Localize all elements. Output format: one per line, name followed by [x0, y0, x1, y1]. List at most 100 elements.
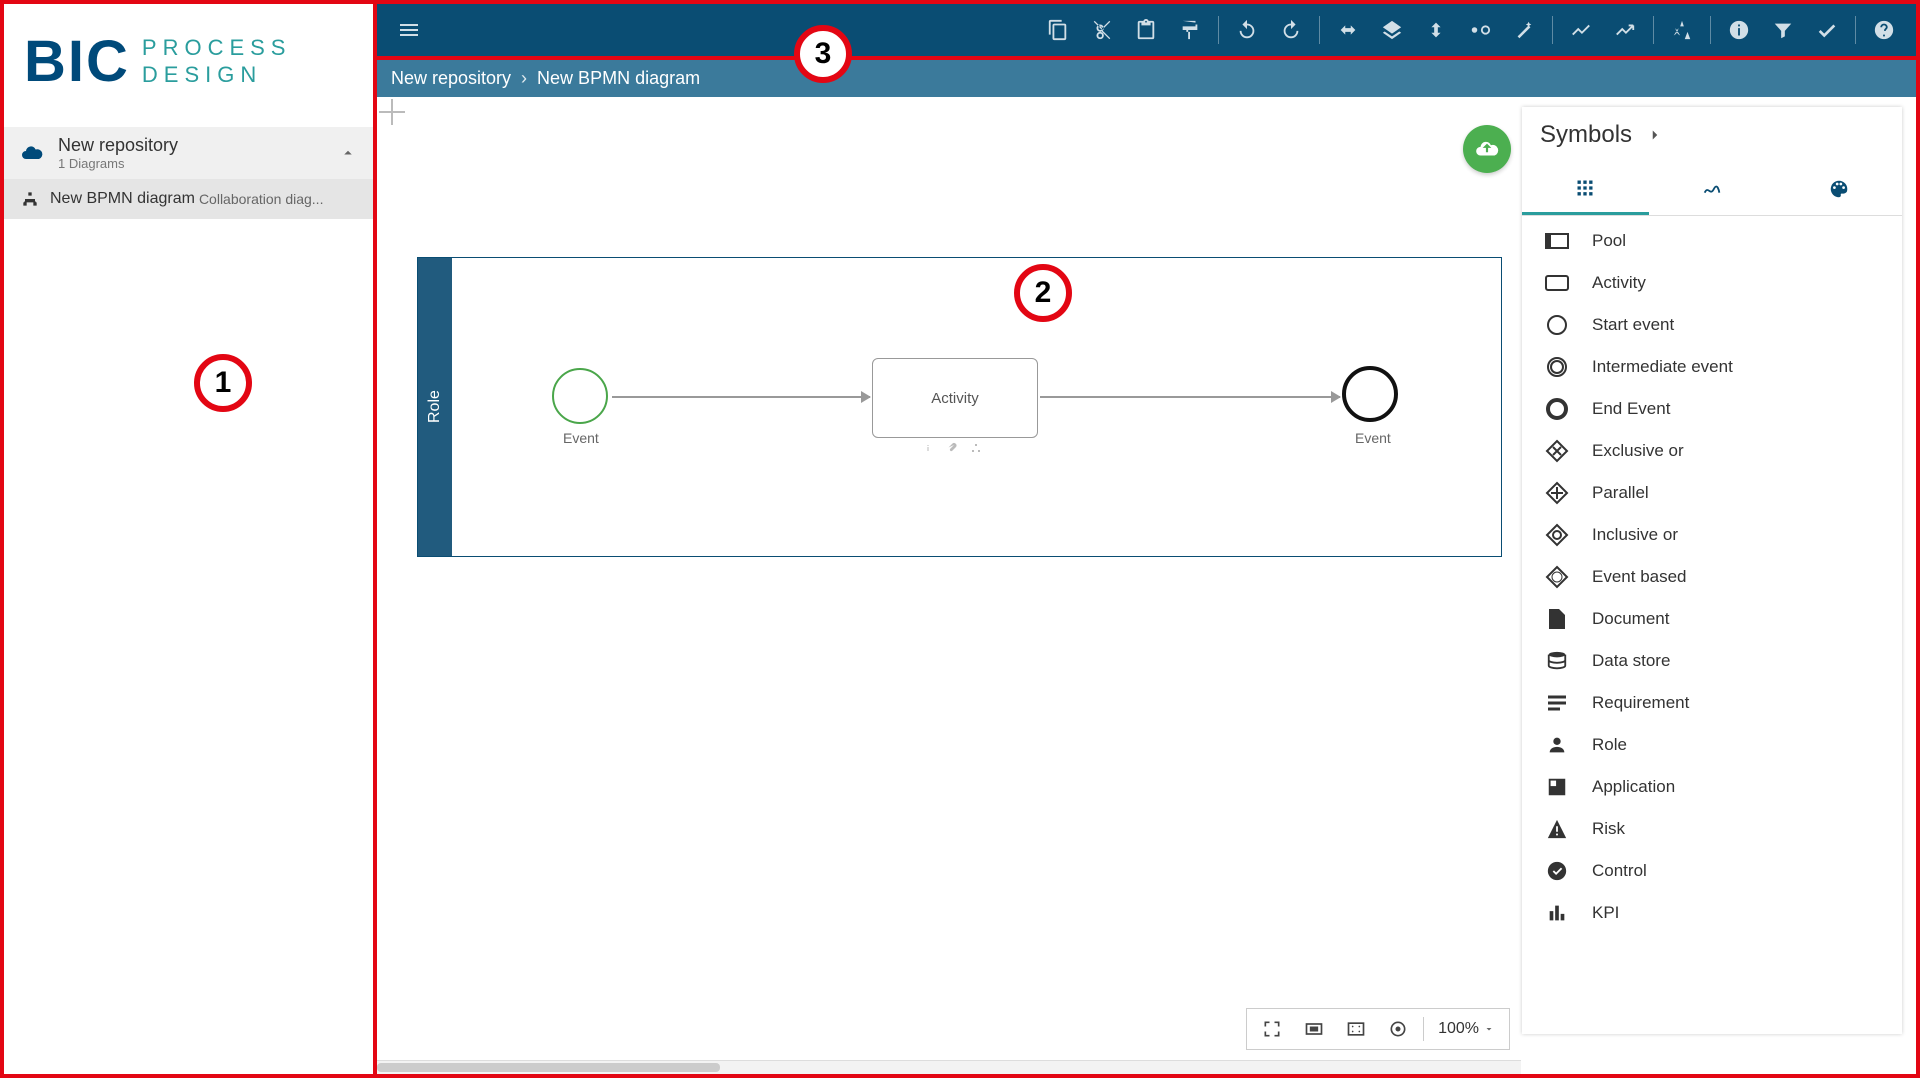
trend-button[interactable]	[1603, 8, 1647, 52]
symbols-tab-grid[interactable]	[1522, 163, 1649, 215]
symbol-item-risk[interactable]: Risk	[1522, 808, 1902, 850]
symbol-item-control[interactable]: Control	[1522, 850, 1902, 892]
undo-button[interactable]	[1225, 8, 1269, 52]
sidebar: BIC PROCESS DESIGN New repository 1 Diag…	[4, 4, 377, 1074]
end-event-icon	[1544, 396, 1570, 422]
check-button[interactable]	[1805, 8, 1849, 52]
activity-task[interactable]: Activity	[872, 358, 1038, 438]
center-button[interactable]	[1381, 1012, 1415, 1046]
origin-marker	[379, 99, 405, 125]
activity-label: Activity	[931, 390, 979, 407]
symbols-tab-palette[interactable]	[1775, 163, 1902, 215]
main: New repository › New BPMN diagram Role E…	[377, 4, 1916, 1074]
parallel-gateway-icon	[1544, 480, 1570, 506]
horizontal-scrollbar[interactable]	[377, 1060, 1521, 1074]
annotation-marker-3: 3	[794, 25, 852, 83]
symbol-item-inclusive-or[interactable]: Inclusive or	[1522, 514, 1902, 556]
symbol-item-event-based[interactable]: Event based	[1522, 556, 1902, 598]
repo-count: 1 Diagrams	[58, 156, 178, 171]
canvas[interactable]: Role Event Activity Event	[377, 97, 1916, 1074]
fit-width-button[interactable]	[1297, 1012, 1331, 1046]
sequence-flow[interactable]	[1040, 396, 1340, 398]
repo-header[interactable]: New repository 1 Diagrams	[4, 127, 373, 179]
symbol-item-parallel[interactable]: Parallel	[1522, 472, 1902, 514]
cut-button[interactable]	[1080, 8, 1124, 52]
separator	[1423, 1017, 1424, 1041]
hierarchy-icon	[20, 189, 40, 209]
format-button[interactable]	[1168, 8, 1212, 52]
symbols-header[interactable]: Symbols	[1522, 107, 1902, 163]
layers-button[interactable]	[1370, 8, 1414, 52]
application-icon	[1544, 774, 1570, 800]
zoom-level[interactable]: 100%	[1432, 1020, 1501, 1038]
diagram-type: Collaboration diag...	[199, 191, 324, 207]
fullscreen-button[interactable]	[1255, 1012, 1289, 1046]
toolbar-separator	[1653, 16, 1654, 44]
symbols-tabs	[1522, 163, 1902, 216]
risk-icon	[1544, 816, 1570, 842]
paste-button[interactable]	[1124, 8, 1168, 52]
wand-button[interactable]	[1502, 8, 1546, 52]
symbol-item-role[interactable]: Role	[1522, 724, 1902, 766]
info-button[interactable]	[1717, 8, 1761, 52]
symbol-item-pool[interactable]: Pool	[1522, 220, 1902, 262]
pool-icon	[1544, 228, 1570, 254]
menu-button[interactable]	[387, 8, 431, 52]
database-icon	[1544, 648, 1570, 674]
cloud-upload-icon	[1474, 136, 1500, 162]
symbol-item-end-event[interactable]: End Event	[1522, 388, 1902, 430]
end-event[interactable]	[1342, 366, 1398, 422]
keyframe-button[interactable]	[1458, 8, 1502, 52]
symbol-item-exclusive-or[interactable]: Exclusive or	[1522, 430, 1902, 472]
sequence-flow[interactable]	[612, 396, 870, 398]
end-event-label: Event	[1355, 430, 1391, 446]
symbol-item-activity[interactable]: Activity	[1522, 262, 1902, 304]
breadcrumb-current[interactable]: New BPMN diagram	[537, 68, 700, 89]
chevron-right-icon: ›	[521, 68, 527, 89]
pool-label: Role	[418, 258, 452, 556]
intermediate-event-icon	[1544, 354, 1570, 380]
translate-button[interactable]	[1660, 8, 1704, 52]
control-icon	[1544, 858, 1570, 884]
symbol-item-intermediate-event[interactable]: Intermediate event	[1522, 346, 1902, 388]
symbol-item-document[interactable]: Document	[1522, 598, 1902, 640]
symbol-item-requirement[interactable]: Requirement	[1522, 682, 1902, 724]
symbols-tab-freehand[interactable]	[1649, 163, 1776, 215]
toolbar-separator	[1319, 16, 1320, 44]
start-event[interactable]	[552, 368, 608, 424]
role-icon	[1544, 732, 1570, 758]
upload-fab[interactable]	[1463, 125, 1511, 173]
sidebar-diagram-item[interactable]: New BPMN diagram Collaboration diag...	[4, 179, 373, 219]
info-icon	[922, 442, 934, 454]
help-button[interactable]	[1862, 8, 1906, 52]
dropdown-icon	[1483, 1023, 1495, 1035]
hspace-button[interactable]	[1326, 8, 1370, 52]
filter-button[interactable]	[1761, 8, 1805, 52]
kpi-icon	[1544, 900, 1570, 926]
repo-name: New repository	[58, 135, 178, 156]
or-gateway-icon	[1544, 522, 1570, 548]
symbol-item-application[interactable]: Application	[1522, 766, 1902, 808]
attachment-icon	[946, 442, 958, 454]
toolbar-separator	[1710, 16, 1711, 44]
symbol-item-start-event[interactable]: Start event	[1522, 304, 1902, 346]
annotation-marker-2: 2	[1014, 264, 1072, 322]
symbol-item-kpi[interactable]: KPI	[1522, 892, 1902, 934]
start-event-icon	[1544, 312, 1570, 338]
toolbar-separator	[1855, 16, 1856, 44]
activity-icon	[1544, 270, 1570, 296]
breadcrumb-root[interactable]: New repository	[391, 68, 511, 89]
logo-tagline-2: DESIGN	[142, 62, 292, 88]
redo-button[interactable]	[1269, 8, 1313, 52]
line-button[interactable]	[1559, 8, 1603, 52]
symbol-item-data-store[interactable]: Data store	[1522, 640, 1902, 682]
bpmn-pool[interactable]: Role Event Activity Event	[417, 257, 1502, 557]
requirement-icon	[1544, 690, 1570, 716]
fit-page-button[interactable]	[1339, 1012, 1373, 1046]
vspace-button[interactable]	[1414, 8, 1458, 52]
logo-tagline-1: PROCESS	[142, 35, 292, 61]
chevron-up-icon	[339, 144, 357, 162]
chevron-right-icon	[1646, 126, 1664, 144]
copy-button[interactable]	[1036, 8, 1080, 52]
annotation-marker-1: 1	[194, 354, 252, 412]
